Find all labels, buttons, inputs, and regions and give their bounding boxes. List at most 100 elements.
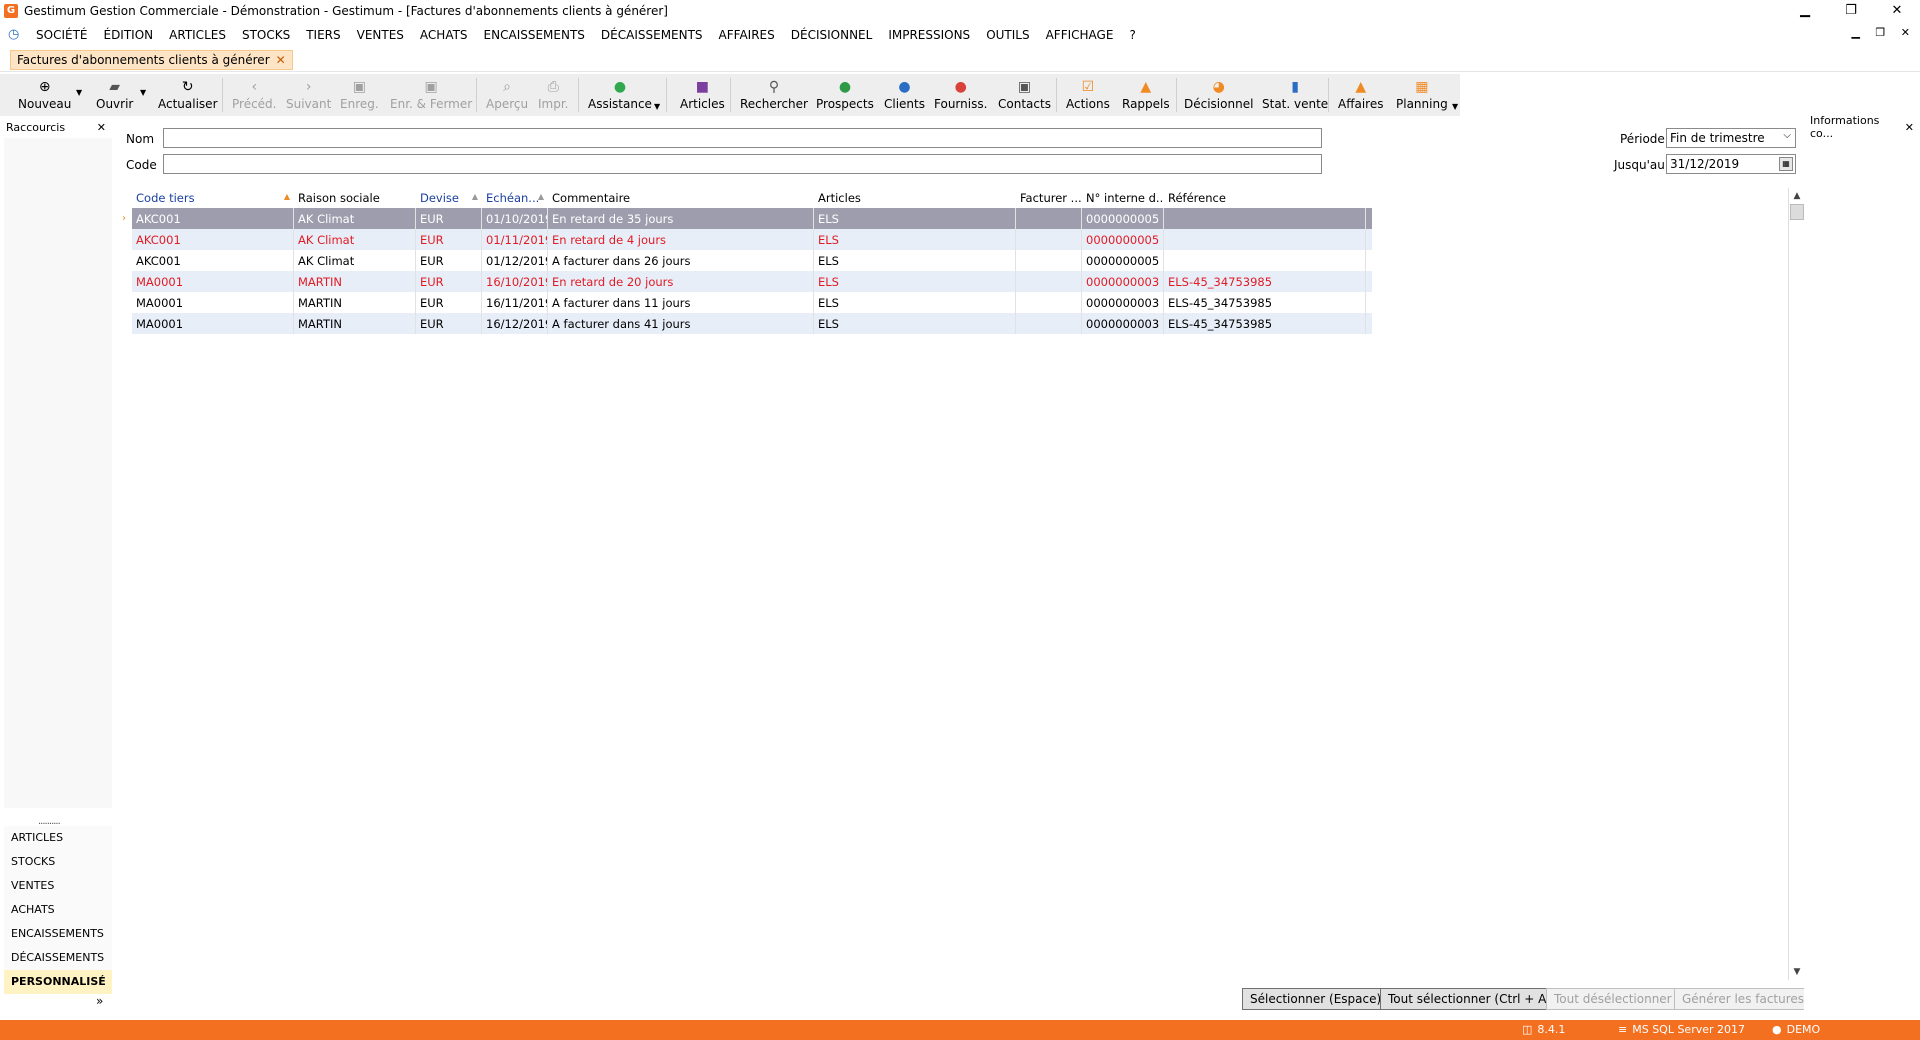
clients-button[interactable]: ● Clients <box>880 74 929 116</box>
preview-button[interactable]: ⌕ Aperçu <box>482 74 532 116</box>
reminders-button[interactable]: ▲ Rappels <box>1118 74 1174 116</box>
calendar-icon[interactable]: ▦ <box>1779 157 1793 171</box>
scroll-down-icon[interactable]: ▼ <box>1789 964 1805 980</box>
menu-affaires[interactable]: AFFAIRES <box>711 28 783 42</box>
menu-decisionnel[interactable]: DÉCISIONNEL <box>783 28 881 42</box>
module-personnalise[interactable]: PERSONNALISÉ <box>4 970 112 994</box>
module-encaissements[interactable]: ENCAISSEMENTS <box>4 922 112 946</box>
col-articles[interactable]: Articles <box>814 188 1016 208</box>
save-close-button[interactable]: ▣ Enr. & Fermer <box>386 74 476 116</box>
col-commentaire[interactable]: Commentaire <box>548 188 814 208</box>
generate-invoices-button[interactable]: Générer les factures <box>1674 988 1813 1010</box>
menu-achats[interactable]: ACHATS <box>412 28 476 42</box>
open-button[interactable]: ▰ Ouvrir <box>92 74 137 116</box>
previous-button[interactable]: ‹ Précéd. <box>228 74 281 116</box>
col-reference[interactable]: Référence <box>1164 188 1366 208</box>
cell-articles: ELS <box>814 250 1016 271</box>
cell-numero-interne: 0000000003 <box>1082 313 1164 334</box>
jusquau-date-input[interactable]: 31/12/2019 ▦ <box>1666 154 1796 174</box>
affaires-chart-icon: ▲ <box>1355 79 1367 95</box>
module-stocks[interactable]: STOCKS <box>4 850 112 874</box>
module-decaissements[interactable]: DÉCAISSEMENTS <box>4 946 112 970</box>
affaires-button[interactable]: ▲ Affaires <box>1334 74 1387 116</box>
minimize-button[interactable]: ▁ <box>1782 0 1828 22</box>
menu-help[interactable]: ? <box>1121 28 1143 42</box>
code-input[interactable] <box>163 154 1322 174</box>
close-tab-icon[interactable]: ✕ <box>276 53 286 67</box>
menu-tiers[interactable]: TIERS <box>298 28 348 42</box>
menu-articles[interactable]: ARTICLES <box>161 28 234 42</box>
app-menu-icon[interactable]: ◷ <box>8 28 24 42</box>
col-numero-interne[interactable]: N° interne d... <box>1082 188 1164 208</box>
planning-button[interactable]: ▦ Planning <box>1392 74 1452 116</box>
mdi-window-controls[interactable]: ▁ ❐ ✕ <box>1851 26 1916 39</box>
cell-echeance: 01/11/2019 <box>482 229 548 250</box>
save-button[interactable]: ▣ Enreg. <box>336 74 383 116</box>
open-dropdown-icon[interactable]: ▼ <box>140 88 146 97</box>
toolbar-overflow-icon[interactable]: ▼ <box>1452 102 1458 111</box>
col-devise[interactable]: Devise ▲ <box>416 188 482 208</box>
assistance-button-label: Assistance <box>588 97 652 111</box>
module-ventes[interactable]: VENTES <box>4 874 112 898</box>
col-commentaire-label: Commentaire <box>552 191 631 205</box>
articles-button[interactable]: ■ Articles <box>676 74 729 116</box>
menu-ventes[interactable]: VENTES <box>349 28 412 42</box>
next-button[interactable]: › Suivant <box>282 74 335 116</box>
cell-articles: ELS <box>814 271 1016 292</box>
close-shortcuts-icon[interactable]: ✕ <box>97 121 106 134</box>
menu-stocks[interactable]: STOCKS <box>234 28 298 42</box>
menu-encaissements[interactable]: ENCAISSEMENTS <box>476 28 593 42</box>
tab-factures-abonnements[interactable]: Factures d'abonnements clients à générer… <box>10 50 293 70</box>
refresh-button-label: Actualiser <box>158 97 218 111</box>
sales-stats-button-label: Stat. vente <box>1262 97 1329 111</box>
search-button-label: Rechercher <box>740 97 808 111</box>
nom-input[interactable] <box>163 128 1322 148</box>
module-achats[interactable]: ACHATS <box>4 898 112 922</box>
menu-affichage[interactable]: AFFICHAGE <box>1038 28 1122 42</box>
menu-edition[interactable]: ÉDITION <box>95 28 161 42</box>
prospects-button[interactable]: ● Prospects <box>812 74 878 116</box>
table-row[interactable]: › AKC001 AK Climat EUR 01/10/2019 En ret… <box>122 208 1372 229</box>
contacts-button[interactable]: ▣ Contacts <box>994 74 1055 116</box>
assistance-button[interactable]: ● Assistance <box>584 74 656 116</box>
decisionnel-button[interactable]: ◕ Décisionnel <box>1180 74 1257 116</box>
col-code-tiers[interactable]: Code tiers ▲ <box>132 188 294 208</box>
col-raison-sociale-label: Raison sociale <box>298 191 380 205</box>
table-row[interactable]: AKC001 AK Climat EUR 01/11/2019 En retar… <box>132 229 1372 250</box>
suppliers-button[interactable]: ● Fourniss. <box>930 74 991 116</box>
col-echeance[interactable]: Echéan... ▲ <box>482 188 548 208</box>
scroll-up-icon[interactable]: ▲ <box>1789 188 1805 204</box>
print-button[interactable]: ⎙ Impr. <box>534 74 573 116</box>
suppliers-button-label: Fourniss. <box>934 97 988 111</box>
toolbar-overflow-icon[interactable]: ▼ <box>654 102 660 111</box>
table-row[interactable]: MA0001 MARTIN EUR 16/12/2019 A facturer … <box>132 313 1372 334</box>
close-info-panel-icon[interactable]: ✕ <box>1905 121 1914 134</box>
new-dropdown-icon[interactable]: ▼ <box>76 88 82 97</box>
periode-select[interactable]: Fin de trimestre ⌵ <box>1666 128 1796 148</box>
menu-decaissements[interactable]: DÉCAISSEMENTS <box>593 28 711 42</box>
col-reference-label: Référence <box>1168 191 1226 205</box>
col-facturer[interactable]: Facturer ... <box>1016 188 1082 208</box>
search-button[interactable]: ⚲ Rechercher <box>736 74 812 116</box>
menu-societe[interactable]: SOCIÉTÉ <box>28 28 95 42</box>
new-button[interactable]: ⊕ Nouveau <box>14 74 75 116</box>
menu-outils[interactable]: OUTILS <box>978 28 1037 42</box>
sales-stats-button[interactable]: ▮ Stat. vente <box>1258 74 1332 116</box>
col-raison-sociale[interactable]: Raison sociale <box>294 188 416 208</box>
deselect-all-button[interactable]: Tout désélectionner <box>1546 988 1680 1010</box>
refresh-button[interactable]: ↻ Actualiser <box>154 74 222 116</box>
prospects-button-label: Prospects <box>816 97 874 111</box>
actions-button[interactable]: ☑ Actions <box>1062 74 1114 116</box>
close-window-button[interactable]: ✕ <box>1874 0 1920 22</box>
table-row[interactable]: MA0001 MARTIN EUR 16/10/2019 En retard d… <box>132 271 1372 292</box>
module-articles[interactable]: ARTICLES <box>4 826 112 850</box>
table-row[interactable]: MA0001 MARTIN EUR 16/11/2019 A facturer … <box>132 292 1372 313</box>
grid-vertical-scrollbar[interactable]: ▲ ▼ <box>1788 188 1804 980</box>
menu-impressions[interactable]: IMPRESSIONS <box>880 28 978 42</box>
table-row[interactable]: AKC001 AK Climat EUR 01/12/2019 A factur… <box>132 250 1372 271</box>
select-all-button[interactable]: Tout sélectionner (Ctrl + A) <box>1380 988 1560 1010</box>
select-button[interactable]: Sélectionner (Espace) <box>1242 988 1390 1010</box>
more-modules-icon[interactable]: » <box>96 994 103 1008</box>
scroll-thumb[interactable] <box>1790 204 1804 220</box>
restore-button[interactable]: ❐ <box>1828 0 1874 22</box>
